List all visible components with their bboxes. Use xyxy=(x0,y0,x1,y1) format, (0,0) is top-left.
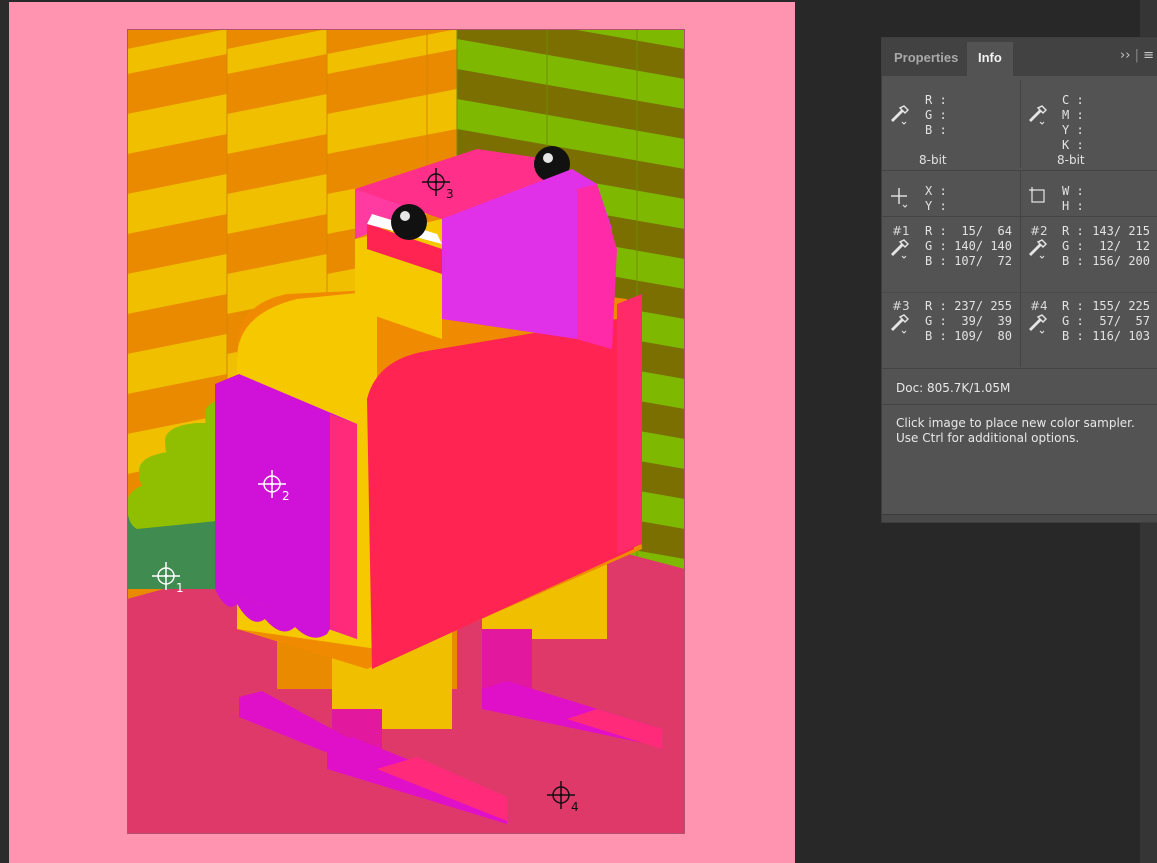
rgb-bit-depth[interactable]: 8-bit xyxy=(919,153,947,167)
section-divider-3 xyxy=(882,368,1157,369)
panel-menu-icon[interactable]: ≡ xyxy=(1143,48,1154,63)
sampler-3-eyedropper-icon[interactable] xyxy=(890,313,910,335)
sampler-marker-3[interactable]: 3 xyxy=(420,166,460,200)
readout-divider xyxy=(1020,80,1021,168)
sampler-4-eyedropper-icon[interactable] xyxy=(1028,313,1048,335)
workspace-left-edge xyxy=(0,0,9,863)
sampler-3-tag: #3 xyxy=(892,299,910,313)
cmyk-readout-labels: C : M : Y : K : xyxy=(1062,93,1084,152)
xy-readout-labels: X : Y : xyxy=(925,184,947,213)
sampler-1-eyedropper-icon[interactable] xyxy=(890,238,910,260)
sampler-marker-1-label: 1 xyxy=(176,581,184,594)
tab-properties[interactable]: Properties xyxy=(883,42,969,76)
panel-tools: ›› | ≡ xyxy=(1120,48,1154,63)
bird-artwork[interactable] xyxy=(127,29,685,834)
section-divider-4 xyxy=(882,404,1157,405)
sampler-marker-4[interactable]: 4 xyxy=(545,779,585,813)
cmyk-bit-depth[interactable]: 8-bit xyxy=(1057,153,1085,167)
status-hint: Click image to place new color sampler. … xyxy=(896,416,1135,445)
expand-panel-icon[interactable]: ›› xyxy=(1120,48,1130,63)
xy-divider xyxy=(1020,171,1021,216)
sampler-4-tag: #4 xyxy=(1030,299,1048,313)
sampler-marker-2-label: 2 xyxy=(282,489,290,502)
document-canvas[interactable]: 1 2 3 4 xyxy=(9,2,795,863)
document-size-readout: Doc: 805.7K/1.05M xyxy=(896,381,1011,395)
sampler-2-eyedropper-icon[interactable] xyxy=(1028,238,1048,260)
sampler-1-values: 15/ 64 140/ 140 107/ 72 xyxy=(954,224,1012,268)
bird-head xyxy=(355,146,617,349)
crosshair-icon[interactable] xyxy=(890,186,910,208)
sampler-row-divider xyxy=(882,292,1157,293)
sampler-marker-1[interactable]: 1 xyxy=(150,560,190,594)
sampler-marker-4-label: 4 xyxy=(571,800,579,813)
sampler-2-tag: #2 xyxy=(1030,224,1048,238)
panel-resize-grip[interactable] xyxy=(882,514,1157,522)
rgb-readout-labels: R : G : B : xyxy=(925,93,947,137)
tab-info[interactable]: Info xyxy=(967,42,1013,76)
sampler-marker-3-label: 3 xyxy=(446,187,454,200)
panel-tab-bar: Properties Info ›› | ≡ xyxy=(882,38,1157,76)
sampler-4-values: 155/ 225 57/ 57 116/ 103 xyxy=(1092,299,1150,343)
sampler-2-values: 143/ 215 12/ 12 156/ 200 xyxy=(1092,224,1150,268)
eyedropper-rgb-icon[interactable] xyxy=(890,104,910,126)
wh-readout-labels: W : H : xyxy=(1062,184,1084,213)
eyedropper-cmyk-icon[interactable] xyxy=(1028,104,1048,126)
sampler-marker-2[interactable]: 2 xyxy=(256,468,296,502)
sampler-1-tag: #1 xyxy=(892,224,910,238)
selection-size-icon[interactable] xyxy=(1028,186,1048,208)
panel-divider: | xyxy=(1134,48,1139,63)
sampler-3-values: 237/ 255 39/ 39 109/ 80 xyxy=(954,299,1012,343)
info-panel: Properties Info ›› | ≡ R : G : B : 8-bit… xyxy=(881,37,1157,523)
